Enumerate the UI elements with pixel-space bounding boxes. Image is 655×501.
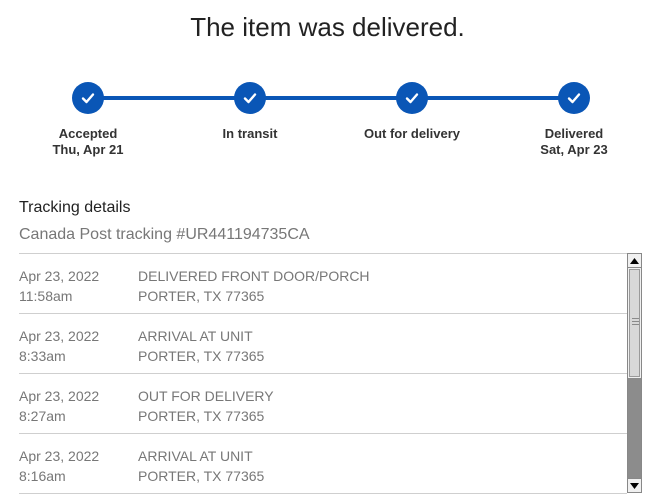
event-location: PORTER, TX 77365 — [138, 408, 265, 424]
tracking-event-row: Apr 23, 2022 11:58am DELIVERED FRONT DOO… — [19, 254, 627, 314]
step-accepted-check-icon — [72, 82, 104, 114]
step-out-for-delivery-check-icon — [396, 82, 428, 114]
scroll-thumb[interactable] — [629, 269, 640, 377]
grip-line — [632, 318, 639, 319]
step-accepted: Accepted Thu, Apr 21 — [18, 126, 158, 158]
event-datetime: Apr 23, 2022 8:27am — [19, 386, 99, 426]
event-date: Apr 23, 2022 — [19, 388, 100, 404]
event-description: DELIVERED FRONT DOOR/PORCH PORTER, TX 77… — [138, 266, 370, 306]
step-date: Thu, Apr 21 — [52, 142, 124, 157]
step-in-transit-check-icon — [234, 82, 266, 114]
step-label: Out for delivery — [363, 126, 461, 141]
scroll-down-arrow-icon[interactable] — [628, 478, 641, 492]
step-delivered-check-icon — [558, 82, 590, 114]
event-date: Apr 23, 2022 — [19, 448, 100, 464]
tracking-details-title: Tracking details — [19, 199, 131, 216]
event-datetime: Apr 23, 2022 11:58am — [19, 266, 99, 306]
event-status: OUT FOR DELIVERY — [138, 388, 274, 404]
tracking-event-row: Apr 23, 2022 8:16am ARRIVAL AT UNIT PORT… — [19, 434, 627, 494]
step-in-transit: In transit — [180, 126, 320, 142]
grip-line — [632, 321, 639, 322]
event-location: PORTER, TX 77365 — [138, 348, 265, 364]
step-label: In transit — [222, 126, 278, 141]
event-time: 8:16am — [19, 468, 66, 484]
tracking-number: Canada Post tracking #UR441194735CA — [19, 226, 310, 243]
progress-line — [88, 96, 574, 100]
event-time: 8:27am — [19, 408, 66, 424]
step-out-for-delivery: Out for delivery — [342, 126, 482, 142]
event-time: 8:33am — [19, 348, 66, 364]
event-status: ARRIVAL AT UNIT — [138, 448, 253, 464]
event-location: PORTER, TX 77365 — [138, 468, 265, 484]
event-datetime: Apr 23, 2022 8:16am — [19, 446, 99, 486]
event-description: ARRIVAL AT UNIT PORTER, TX 77365 — [138, 446, 264, 486]
event-date: Apr 23, 2022 — [19, 328, 100, 344]
step-label: Delivered — [544, 126, 604, 141]
step-date: Sat, Apr 23 — [540, 142, 608, 157]
tracking-events-list[interactable]: Apr 23, 2022 11:58am DELIVERED FRONT DOO… — [19, 253, 627, 494]
event-datetime: Apr 23, 2022 8:33am — [19, 326, 99, 366]
grip-line — [632, 324, 639, 325]
event-date: Apr 23, 2022 — [19, 268, 100, 284]
event-location: PORTER, TX 77365 — [138, 288, 265, 304]
events-scrollbar[interactable] — [627, 253, 642, 493]
event-description: OUT FOR DELIVERY PORTER, TX 77365 — [138, 386, 274, 426]
step-delivered: Delivered Sat, Apr 23 — [504, 126, 644, 158]
tracking-event-row: Apr 23, 2022 8:27am OUT FOR DELIVERY POR… — [19, 374, 627, 434]
event-status: DELIVERED FRONT DOOR/PORCH — [138, 268, 370, 284]
scroll-up-arrow-icon[interactable] — [628, 254, 641, 268]
event-description: ARRIVAL AT UNIT PORTER, TX 77365 — [138, 326, 264, 366]
event-status: ARRIVAL AT UNIT — [138, 328, 253, 344]
scroll-track-lower[interactable] — [628, 378, 641, 478]
tracking-event-row: Apr 23, 2022 8:33am ARRIVAL AT UNIT PORT… — [19, 314, 627, 374]
event-time: 11:58am — [19, 288, 73, 304]
delivery-progress: Accepted Thu, Apr 21 In transit Out for … — [0, 0, 655, 170]
step-label: Accepted — [58, 126, 118, 141]
